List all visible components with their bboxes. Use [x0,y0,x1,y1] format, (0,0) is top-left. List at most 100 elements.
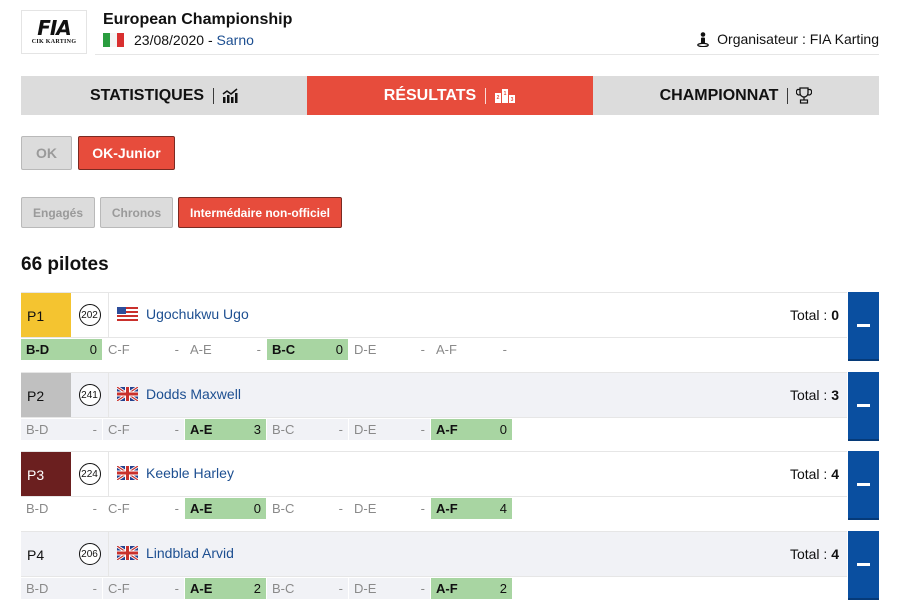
session-engages-button[interactable]: Engagés [21,197,95,228]
heat-results: B-D - C-F - A-E 2 B-C - D-E - A-F 2 [21,578,513,599]
heat-label: B-C [272,581,295,596]
pilot-total: Total : 0 [790,307,839,323]
heat-value: 0 [253,501,261,516]
logo-subtext: CIK KARTING [31,39,77,45]
total-label: Total : [789,466,832,482]
uk-flag-icon [116,385,139,403]
svg-text:1: 1 [504,91,507,97]
position-badge: P2 [21,373,71,417]
heat-label: A-E [190,501,213,516]
pilot-name-link[interactable]: Ugochukwu Ugo [117,306,249,322]
category-ok-button[interactable]: OK [21,136,72,170]
heat-label: A-E [190,581,213,596]
heat-label: B-D [26,342,50,357]
heat-cell: B-D - [21,498,103,519]
heat-value: - [338,422,343,437]
heat-cell: B-C - [267,419,349,440]
race-number-cell: 206 [71,532,109,576]
pilot-name-link[interactable]: Keeble Harley [116,464,234,482]
pilot-total: Total : 4 [790,466,839,482]
heat-cell: D-E - [349,339,431,360]
total-value: 0 [831,307,839,323]
usa-flag-icon [117,307,138,321]
heat-results: B-D - C-F - A-E 3 B-C - D-E - A-F 0 [21,419,513,440]
fia-karting-logo: FIA CIK KARTING [21,10,87,54]
tab-label: STATISTIQUES [89,86,205,104]
race-number: 224 [78,463,101,485]
tab-separator [485,87,487,104]
heat-value: 3 [253,422,261,437]
heat-label: B-D [26,581,49,596]
heat-cell: B-C - [267,578,349,599]
heat-value: 0 [499,422,507,437]
svg-text:3: 3 [511,97,514,103]
heat-label: B-D [26,501,49,516]
heat-cell: A-F - [431,339,513,360]
tab-separator [213,87,215,104]
heat-cell: A-E - [185,339,267,360]
pilot-name: Ugochukwu Ugo [146,306,249,322]
tab-resultats[interactable]: RÉSULTATS 213 [307,76,593,115]
heat-value: - [174,422,179,437]
heat-label: B-C [272,342,296,357]
total-label: Total : [789,307,832,323]
heat-cell: C-F - [103,419,185,440]
header-divider [95,54,879,55]
pilot-main-row: P3 224 Keeble Harley Total : 4 [21,451,847,497]
category-ok-junior-button[interactable]: OK-Junior [78,136,175,170]
heat-cell: C-F - [103,578,185,599]
pilot-main-row: P4 206 Lindblad Arvid Total : 4 [21,531,847,577]
total-value: 4 [831,546,839,562]
heat-value: - [420,422,425,437]
heat-label: D-E [354,501,377,516]
heat-value: - [92,581,97,596]
pilot-count: 66 pilotes [21,254,109,275]
heat-value: 4 [499,501,507,516]
heat-value: - [174,581,179,596]
race-number: 241 [78,384,101,406]
event-place-link[interactable]: Sarno [217,32,254,48]
main-tabs: STATISTIQUES RÉSULTATS 213 CHAMPIONNAT [21,76,879,115]
minus-icon [857,324,870,327]
pilot-name-link[interactable]: Dodds Maxwell [116,385,241,403]
heat-value: - [420,581,425,596]
session-intermediaire-button[interactable]: Intermédaire non-officiel [178,197,342,228]
person-icon [697,31,709,47]
heat-cell: D-E - [349,419,431,440]
pilot-name: Lindblad Arvid [146,545,234,561]
podium-icon: 213 [495,89,516,103]
collapse-toggle-button[interactable] [848,372,879,441]
pilot-name-link[interactable]: Lindblad Arvid [116,544,234,562]
collapse-toggle-button[interactable] [848,292,879,361]
total-label: Total : [789,546,832,562]
date-separator: - [204,32,217,48]
trophy-icon [796,87,813,104]
position-badge: P4 [27,547,45,563]
uk-flag-icon [116,464,139,482]
tab-label: RÉSULTATS [383,86,477,104]
total-label: Total : [789,387,832,403]
heat-value: - [502,342,507,357]
heat-label: D-E [354,342,377,357]
tab-statistiques[interactable]: STATISTIQUES [21,76,307,115]
heat-cell: B-D 0 [21,339,103,360]
event-date: 23/08/2020 [134,32,205,48]
pilot-main-row: P1 202 Ugochukwu Ugo Total : 0 [21,292,847,338]
heat-label: C-F [108,342,130,357]
event-title: European Championship [103,11,293,28]
pilot-row: P4 206 Lindblad Arvid Total : 4 B-D - C-… [21,531,879,600]
heat-value: - [174,342,179,357]
heat-value: 2 [253,581,261,596]
uk-flag-icon [116,544,139,562]
heat-value: - [174,501,179,516]
session-chronos-button[interactable]: Chronos [100,197,173,228]
tab-championnat[interactable]: CHAMPIONNAT [593,76,879,115]
heat-value: - [420,501,425,516]
heat-label: A-E [190,422,213,437]
pilot-total: Total : 4 [790,546,839,562]
heat-cell: C-F - [103,498,185,519]
collapse-toggle-button[interactable] [848,531,879,600]
collapse-toggle-button[interactable] [848,451,879,520]
heat-label: A-F [436,422,458,437]
heat-label: D-E [354,422,377,437]
